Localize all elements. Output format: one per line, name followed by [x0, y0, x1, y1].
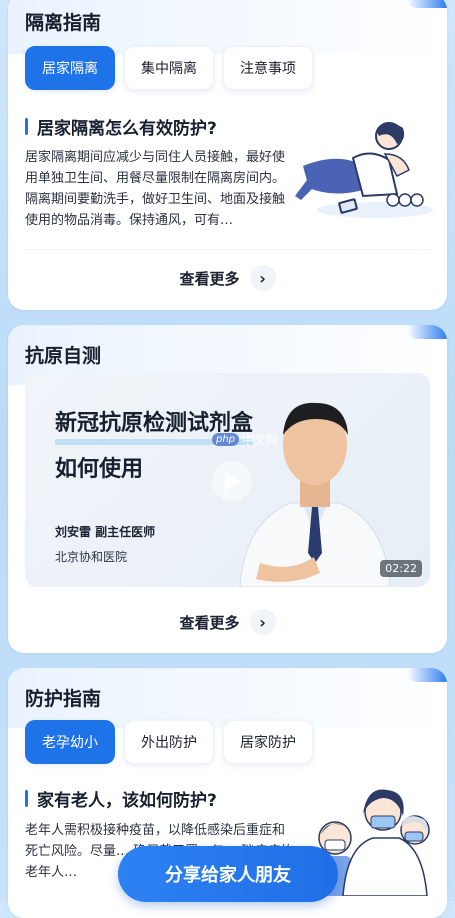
- video-duration: 02:22: [380, 560, 422, 577]
- article-summary[interactable]: 居家隔离期间应减少与同住人员接触，最好使用单独卫生间、用餐尽量限制在隔离房间内。…: [25, 147, 295, 231]
- tab-precautions[interactable]: 注意事项: [223, 46, 313, 90]
- antigen-see-more-button[interactable]: 查看更多 ›: [8, 609, 447, 635]
- antigen-test-card: 抗原自测 新冠抗原检测试剂盒 如何使用 刘安雷 副主任医师 北京协和医院 php…: [8, 325, 447, 653]
- heading-bar: [25, 118, 28, 135]
- card-title-accent: [407, 325, 447, 339]
- resting-person-illustration: [295, 122, 433, 218]
- tab-elderly-pregnant-children[interactable]: 老孕幼小: [25, 720, 115, 764]
- article-title: 家有老人，该如何防护?: [37, 791, 217, 811]
- site-watermark: php 中文网: [212, 431, 278, 448]
- watermark-text: 中文网: [242, 433, 279, 447]
- chevron-right-icon: ›: [249, 265, 276, 291]
- isolation-tabs: 居家隔离 集中隔离 注意事项: [25, 46, 313, 90]
- see-more-label: 查看更多: [179, 269, 240, 288]
- card-title-accent: [407, 0, 447, 8]
- card-divider: [25, 249, 430, 250]
- article-heading[interactable]: 居家隔离怎么有效防护?: [25, 114, 217, 139]
- doctor-portrait: [239, 402, 391, 587]
- tab-home-isolation[interactable]: 居家隔离: [25, 46, 115, 90]
- watermark-logo: php: [212, 433, 240, 446]
- share-with-family-button[interactable]: 分享给家人朋友: [118, 846, 338, 902]
- doctor-name: 刘安雷 副主任医师: [55, 525, 156, 539]
- isolation-see-more-button[interactable]: 查看更多 ›: [8, 265, 447, 291]
- protection-guide-title: 防护指南: [25, 688, 102, 710]
- protection-tabs: 老孕幼小 外出防护 居家防护: [25, 720, 313, 764]
- article-title: 居家隔离怎么有效防护?: [37, 119, 217, 139]
- antigen-test-title: 抗原自测: [25, 345, 102, 367]
- video-thumbnail[interactable]: 新冠抗原检测试剂盒 如何使用 刘安雷 副主任医师 北京协和医院 php 中文网 …: [25, 373, 430, 587]
- tab-home-protection[interactable]: 居家防护: [223, 720, 313, 764]
- tab-centralized-isolation[interactable]: 集中隔离: [124, 46, 214, 90]
- see-more-label: 查看更多: [179, 613, 240, 632]
- tab-outdoor-protection[interactable]: 外出防护: [124, 720, 214, 764]
- chevron-right-icon: ›: [249, 609, 276, 635]
- heading-bar: [25, 790, 28, 807]
- play-icon[interactable]: [212, 461, 252, 501]
- article-heading[interactable]: 家有老人，该如何防护?: [25, 786, 217, 811]
- video-title-line2: 如何使用: [55, 457, 144, 482]
- card-title-accent: [407, 668, 447, 682]
- isolation-guide-title: 隔离指南: [25, 12, 102, 34]
- hospital-name: 北京协和医院: [55, 550, 128, 564]
- isolation-guide-card: 隔离指南 居家隔离 集中隔离 注意事项 居家隔离怎么有效防护? 居家隔离期间应减…: [8, 0, 447, 310]
